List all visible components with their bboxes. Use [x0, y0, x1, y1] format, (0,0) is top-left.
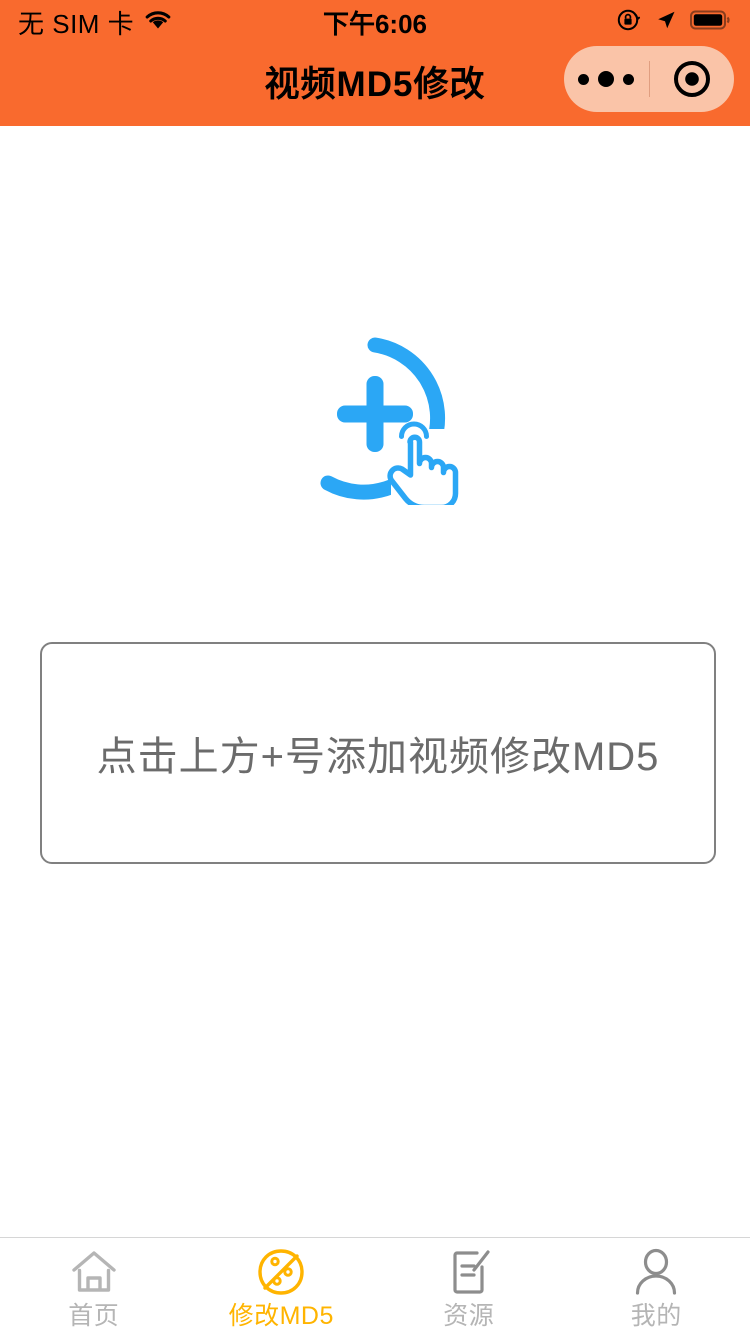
target-circle-icon[interactable]	[650, 56, 735, 102]
location-arrow-icon	[654, 8, 678, 37]
tab-profile-label: 我的	[630, 1302, 682, 1330]
rotation-lock-icon	[616, 7, 642, 38]
ellipsis-icon[interactable]	[564, 71, 649, 87]
add-video-button[interactable]	[289, 333, 461, 511]
status-bar-right	[616, 7, 732, 38]
tab-resources-label: 资源	[443, 1302, 495, 1330]
main-content: 点击上方+号添加视频修改MD5	[0, 126, 750, 1237]
carrier-label: 无 SIM 卡	[18, 8, 135, 39]
tab-home-label: 首页	[68, 1302, 120, 1330]
tab-bar: 首页 修改MD5 资源 我的	[0, 1237, 750, 1334]
tab-home[interactable]: 首页	[0, 1238, 188, 1334]
palette-icon	[256, 1246, 306, 1298]
tab-modify-md5-label: 修改MD5	[228, 1302, 334, 1330]
status-bar-left: 无 SIM 卡	[18, 4, 173, 41]
app-header: 无 SIM 卡 下午6:06 视频MD5修改	[0, 0, 750, 126]
tab-profile[interactable]: 我的	[563, 1238, 750, 1334]
battery-icon	[690, 9, 732, 36]
empty-state-box: 点击上方+号添加视频修改MD5	[40, 642, 716, 864]
tab-resources[interactable]: 资源	[375, 1238, 563, 1334]
home-icon	[69, 1246, 119, 1298]
document-edit-icon	[444, 1246, 494, 1298]
plus-circle-tap-icon	[320, 337, 459, 511]
empty-state-text: 点击上方+号添加视频修改MD5	[96, 735, 660, 779]
wechat-capsule	[564, 46, 734, 112]
status-bar: 无 SIM 卡 下午6:06	[0, 0, 750, 44]
tab-modify-md5[interactable]: 修改MD5	[188, 1238, 376, 1334]
person-icon	[631, 1246, 681, 1298]
wifi-icon	[143, 9, 173, 36]
